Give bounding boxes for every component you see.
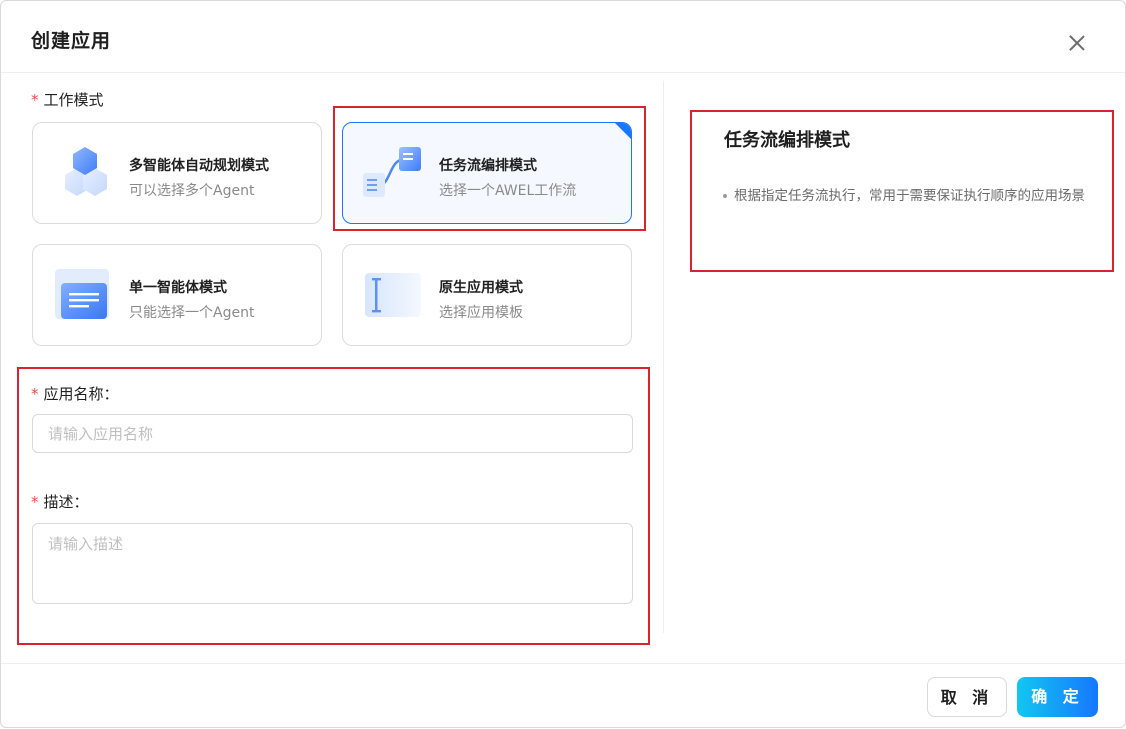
mode-card-subtitle: 只能选择一个Agent [129,305,255,321]
highlight-box-mode-detail [690,110,1114,272]
cancel-button[interactable]: 取 消 [927,677,1007,717]
mode-card-title: 原生应用模式 [439,280,523,296]
highlight-box-form-fields [17,367,650,645]
mode-card-multi-agent[interactable]: 多智能体自动规划模式 可以选择多个Agent [32,122,322,224]
mode-card-subtitle: 可以选择多个Agent [129,183,255,199]
mode-card-native-app[interactable]: 原生应用模式 选择应用模板 [342,244,632,346]
create-app-dialog: 创建应用 * 工作模式 多智能体自动规划模式 可以选择多个Agent 任务流编排… [0,0,1126,728]
dialog-title: 创建应用 [31,30,112,52]
mode-card-single-agent[interactable]: 单一智能体模式 只能选择一个Agent [32,244,322,346]
work-mode-label: * 工作模式 [31,91,104,109]
panel-divider [663,81,664,633]
mode-card-title: 多智能体自动规划模式 [129,158,269,174]
highlight-box-selected-mode [333,106,646,231]
mode-card-title: 单一智能体模式 [129,280,227,296]
confirm-button[interactable]: 确 定 [1017,677,1098,717]
mode-card-subtitle: 选择应用模板 [439,305,523,321]
text-cursor-icon [365,273,421,317]
hexagon-cluster-icon [65,147,107,196]
close-icon[interactable] [1063,29,1091,57]
document-stack-icon [55,269,109,319]
required-mark: * [31,91,39,109]
dialog-header: 创建应用 [1,1,1125,73]
